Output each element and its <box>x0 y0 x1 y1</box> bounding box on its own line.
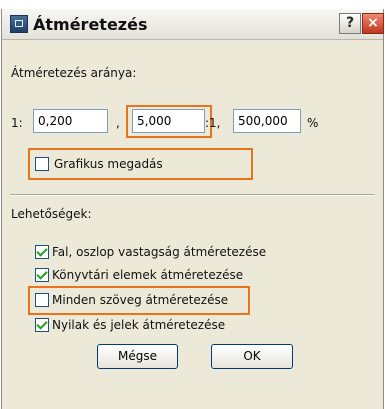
ratio-prefix: 1: <box>11 116 23 130</box>
option-checkbox-arrows[interactable] <box>35 318 49 332</box>
ratio-label: Átméretezés aránya: <box>11 66 137 80</box>
graphic-label[interactable]: Grafikus megadás <box>54 157 163 171</box>
app-icon <box>10 15 28 33</box>
option-checkbox-library[interactable] <box>35 268 49 282</box>
ratio-value1-input[interactable]: 0,200 <box>33 109 108 133</box>
ratio-value2-input[interactable]: 5,000 <box>132 109 205 133</box>
title-bar[interactable]: Átméretezés ? × <box>2 9 384 40</box>
close-button[interactable]: × <box>362 13 384 34</box>
divider <box>10 194 375 196</box>
ratio-suffix: % <box>307 116 319 130</box>
option-label-wall[interactable]: Fal, oszlop vastagság átméretezése <box>52 245 266 259</box>
dialog-title: Átméretezés <box>33 15 148 34</box>
options-label: Lehetőségek: <box>11 207 92 221</box>
cancel-button[interactable]: Mégse <box>97 344 178 369</box>
graphic-checkbox[interactable] <box>35 157 49 171</box>
option-label-text[interactable]: Minden szöveg átméretezése <box>52 293 228 307</box>
option-checkbox-text[interactable] <box>35 293 49 307</box>
option-label-arrows[interactable]: Nyilak és jelek átméretezése <box>52 318 225 332</box>
ratio-infix: :1, <box>205 116 221 130</box>
option-label-library[interactable]: Könyvtári elemek átméretezése <box>52 268 243 282</box>
resize-dialog: Átméretezés ? × Átméretezés aránya: 1: 0… <box>1 9 384 409</box>
help-button[interactable]: ? <box>339 13 361 34</box>
ok-button[interactable]: OK <box>211 344 293 369</box>
ratio-value3-input[interactable]: 500,000 <box>233 109 301 133</box>
ratio-separator: , <box>116 116 120 130</box>
option-checkbox-wall[interactable] <box>35 245 49 259</box>
